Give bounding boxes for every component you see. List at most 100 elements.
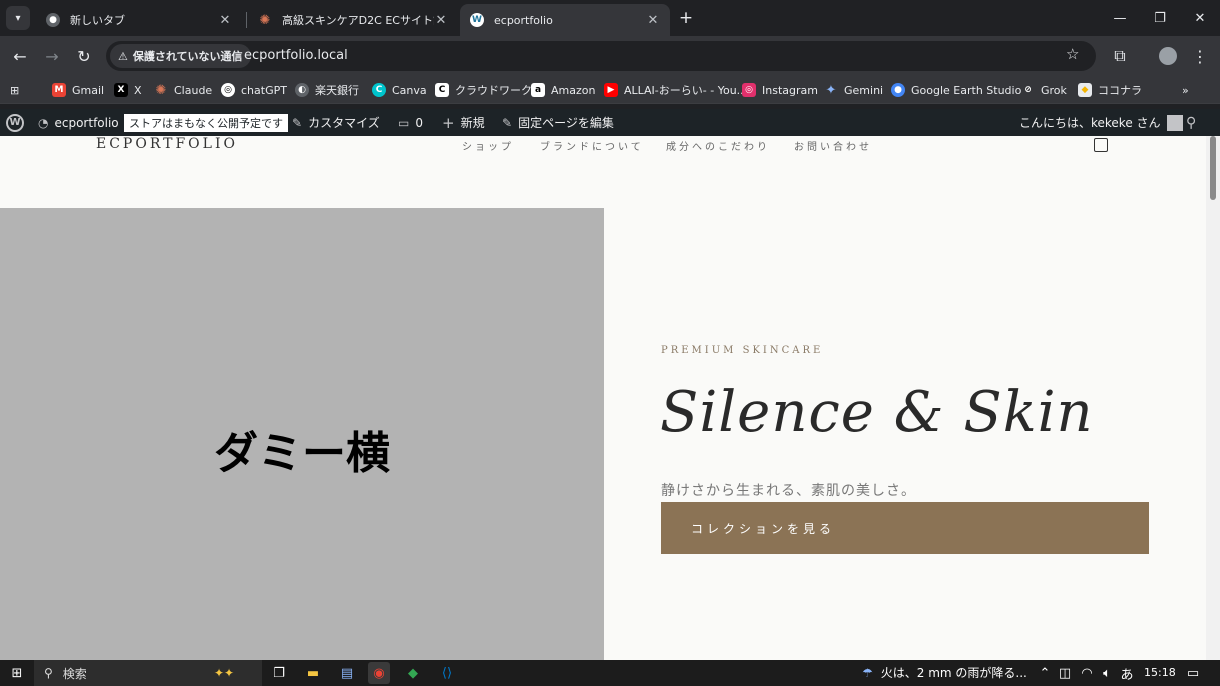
bookmark-gmail[interactable]: M Gmail bbox=[52, 81, 104, 99]
bookmark-allai[interactable]: ▶ ALLAI-おーらい- - You... bbox=[604, 81, 747, 99]
bookmark-star-icon[interactable]: ☆ bbox=[1066, 45, 1079, 63]
wp-new[interactable]: + 新規 bbox=[442, 109, 485, 136]
notifications-icon[interactable]: ▭ bbox=[1182, 662, 1204, 684]
file-explorer-icon[interactable]: ▬ bbox=[302, 662, 324, 684]
wifi-icon[interactable]: ◠ bbox=[1076, 662, 1098, 684]
extensions-icon[interactable]: ⧉ bbox=[1108, 44, 1132, 68]
comment-icon: ▭ bbox=[398, 115, 410, 130]
nav-about-brand[interactable]: ブランドについて bbox=[540, 138, 644, 153]
close-icon[interactable]: ✕ bbox=[646, 13, 660, 28]
wordpress-icon: W bbox=[470, 13, 484, 27]
tab-label: 新しいタブ bbox=[70, 14, 125, 27]
tab-label: 高級スキンケアD2C ECサイト設計 bbox=[282, 14, 434, 27]
bookmark-crowdworks[interactable]: C クラウドワークス bbox=[435, 81, 543, 99]
bookmark-grok[interactable]: ⊘ Grok bbox=[1021, 81, 1067, 99]
customize-label: カスタマイズ bbox=[308, 116, 380, 130]
volume-icon[interactable]: 🔈︎ bbox=[1096, 662, 1118, 684]
nav-ingredients[interactable]: 成分へのこだわり bbox=[666, 138, 770, 153]
wp-customize[interactable]: ✎ カスタマイズ bbox=[292, 109, 380, 136]
window-close-icon[interactable]: ✕ bbox=[1180, 0, 1220, 36]
coconala-icon: ◆ bbox=[1078, 83, 1092, 97]
windows-start-icon[interactable]: ⊞ bbox=[6, 662, 28, 684]
warning-icon: ⚠ bbox=[118, 49, 128, 63]
tab-bar: ▾ ● 新しいタブ ✕ ✺ 高級スキンケアD2C ECサイト設計 ✕ W ecp… bbox=[0, 0, 1220, 36]
wordpress-logo-icon[interactable]: W bbox=[6, 109, 24, 136]
hero-headline: Silence & Skin bbox=[660, 380, 1094, 445]
profile-avatar[interactable] bbox=[1156, 44, 1180, 68]
bookmark-claude[interactable]: ✺ Claude bbox=[154, 81, 213, 99]
close-icon[interactable]: ✕ bbox=[434, 13, 448, 28]
tab-separator bbox=[246, 12, 247, 28]
app-icon[interactable]: ◆ bbox=[402, 662, 424, 684]
bookmark-gemini[interactable]: ✦ Gemini bbox=[824, 81, 884, 99]
nav-shop[interactable]: ショップ bbox=[462, 138, 514, 153]
show-hidden-icons[interactable]: ⌃ bbox=[1034, 662, 1056, 684]
new-tab-button[interactable]: + bbox=[676, 8, 696, 28]
cart-icon[interactable] bbox=[1094, 138, 1108, 152]
plus-icon: + bbox=[442, 113, 455, 132]
store-notice-badge[interactable]: ストアはまもなく公開予定です bbox=[124, 109, 288, 136]
tab-search-button[interactable]: ▾ bbox=[6, 6, 30, 30]
windows-taskbar: ⊞ ⚲ 検索 ✦✦ ❐ ▬ ▤ ◉ ◆ ⟨⟩ ☂ 火は、2 mm の雨が降る..… bbox=[0, 660, 1220, 686]
bookmark-x[interactable]: XX bbox=[114, 81, 142, 99]
weather-widget[interactable]: ☂ 火は、2 mm の雨が降る... bbox=[862, 664, 1027, 681]
dashboard-icon: ◔ bbox=[38, 115, 49, 130]
copilot-sparkle-icon: ✦✦ bbox=[214, 666, 235, 680]
bookmark-chatgpt[interactable]: ◎ chatGPT bbox=[221, 81, 287, 99]
nav-contact[interactable]: お問い合わせ bbox=[794, 138, 872, 153]
crowdworks-icon: C bbox=[435, 83, 449, 97]
restore-icon[interactable]: ❐ bbox=[1140, 0, 1180, 36]
url-text[interactable]: ecportfolio.local bbox=[244, 48, 348, 63]
notepad-icon[interactable]: ▤ bbox=[336, 662, 358, 684]
tab-skincare-design[interactable]: ✺ 高級スキンケアD2C ECサイト設計 ✕ bbox=[248, 4, 458, 36]
wp-admin-bar: W ◔ ecportfolio ストアはまもなく公開予定です ✎ カスタマイズ … bbox=[0, 109, 1220, 136]
chrome-icon[interactable]: ◉ bbox=[368, 662, 390, 684]
site-security-chip[interactable]: ⚠ 保護されていない通信 bbox=[110, 44, 251, 68]
back-icon[interactable]: ← bbox=[8, 44, 32, 68]
view-collection-button[interactable]: コレクションを見る bbox=[661, 502, 1149, 554]
forward-icon[interactable]: → bbox=[40, 44, 64, 68]
ime-indicator[interactable]: あ bbox=[1116, 662, 1138, 684]
search-icon[interactable]: ⚲ bbox=[1186, 109, 1196, 136]
claude-icon: ✺ bbox=[259, 12, 271, 28]
minimize-icon[interactable]: — bbox=[1100, 0, 1140, 36]
tab-ecportfolio[interactable]: W ecportfolio ✕ bbox=[460, 4, 670, 36]
hero-image-placeholder: ダミー横 bbox=[0, 208, 604, 660]
vscode-icon[interactable]: ⟨⟩ bbox=[436, 662, 458, 684]
chatgpt-icon: ◎ bbox=[221, 83, 235, 97]
site-logo[interactable]: ECPORTFOLIO bbox=[96, 136, 238, 152]
wp-edit-page[interactable]: ✎ 固定ページを編集 bbox=[502, 109, 614, 136]
reload-icon[interactable]: ↻ bbox=[72, 44, 96, 68]
bookmark-canva[interactable]: C Canva bbox=[372, 81, 427, 99]
apps-icon[interactable]: ⊞ bbox=[10, 81, 19, 99]
tab-new-tab[interactable]: ● 新しいタブ ✕ bbox=[36, 4, 242, 36]
user-avatar bbox=[1166, 114, 1183, 131]
wp-site-name[interactable]: ◔ ecportfolio bbox=[38, 109, 119, 136]
close-icon[interactable]: ✕ bbox=[218, 13, 232, 28]
bookmark-google-earth-studio[interactable]: ● Google Earth Studio bbox=[891, 81, 1021, 99]
scrollbar-thumb[interactable] bbox=[1210, 136, 1216, 200]
grok-icon: ⊘ bbox=[1024, 85, 1032, 95]
comments-count: 0 bbox=[415, 115, 423, 130]
bookmarks-bar: ⊞ M Gmail XX ✺ Claude ◎ chatGPT ◐ 楽天銀行 C Canv… bbox=[0, 76, 1220, 104]
gemini-icon: ✦ bbox=[825, 82, 837, 98]
taskbar-search[interactable]: ⚲ 検索 ✦✦ bbox=[34, 660, 262, 686]
bookmark-instagram[interactable]: ◎ Instagram bbox=[742, 81, 818, 99]
bookmark-amazon[interactable]: a Amazon bbox=[531, 81, 595, 99]
clock[interactable]: 15:18 bbox=[1144, 666, 1176, 679]
hero-eyebrow: PREMIUM SKINCARE bbox=[661, 345, 824, 356]
task-view-icon[interactable]: ❐ bbox=[268, 662, 290, 684]
bookmark-rakuten-bank[interactable]: ◐ 楽天銀行 bbox=[295, 81, 359, 99]
menu-icon[interactable]: ⋮ bbox=[1188, 44, 1212, 68]
weather-text: 火は、2 mm の雨が降る... bbox=[880, 666, 1027, 680]
address-bar[interactable]: ⚠ 保護されていない通信 ecportfolio.local ☆ bbox=[106, 41, 1096, 71]
bookmark-coconala[interactable]: ◆ ココナラ bbox=[1078, 81, 1142, 99]
page-scrollbar[interactable] bbox=[1206, 136, 1220, 660]
hero-subcopy: 静けさから生まれる、素肌の美しさ。 bbox=[661, 483, 916, 499]
wp-user-greeting[interactable]: こんにちは、kekeke さん bbox=[1019, 109, 1183, 136]
more-bookmarks-icon[interactable]: » bbox=[1182, 81, 1189, 99]
wp-comments[interactable]: ▭ 0 bbox=[398, 109, 423, 136]
x-icon: X bbox=[114, 83, 128, 97]
meet-icon[interactable]: ◫ bbox=[1054, 662, 1076, 684]
amazon-icon: a bbox=[531, 83, 545, 97]
